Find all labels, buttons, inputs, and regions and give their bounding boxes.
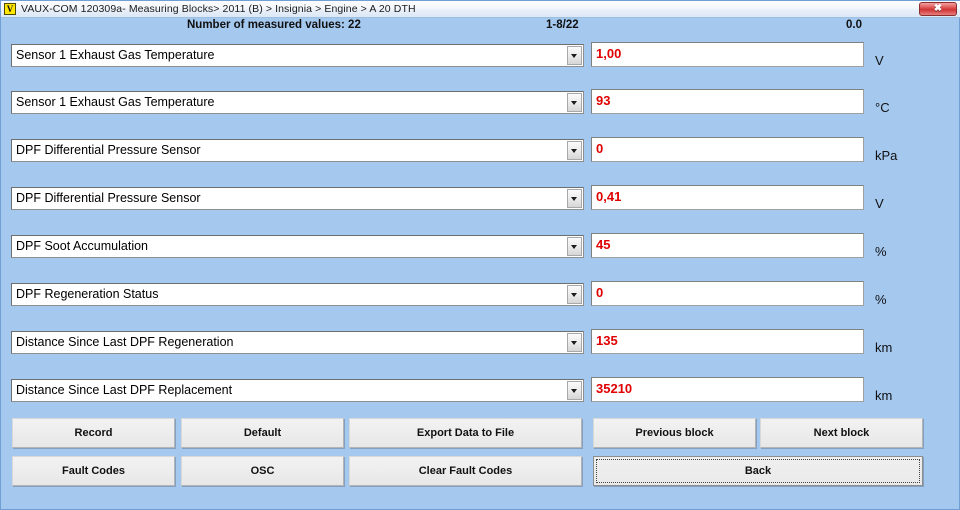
chevron-down-icon[interactable] xyxy=(567,333,582,352)
previous-block-button[interactable]: Previous block xyxy=(593,418,756,448)
value-field-7[interactable]: 135 xyxy=(591,329,864,354)
chevron-down-icon[interactable] xyxy=(567,46,582,65)
value-text: 135 xyxy=(596,333,618,348)
measurement-row: Distance Since Last DPF Regeneration 135… xyxy=(1,319,960,366)
value-field-2[interactable]: 93 xyxy=(591,89,864,114)
record-button[interactable]: Record xyxy=(12,418,175,448)
chevron-down-icon[interactable] xyxy=(567,381,582,400)
parameter-select-8[interactable]: Distance Since Last DPF Replacement xyxy=(11,379,584,402)
value-field-8[interactable]: 35210 xyxy=(591,377,864,402)
parameter-select-2[interactable]: Sensor 1 Exhaust Gas Temperature xyxy=(11,91,584,114)
osc-button[interactable]: OSC xyxy=(181,456,344,486)
measurement-row: DPF Differential Pressure Sensor 0 kPa xyxy=(1,127,960,174)
parameter-select-1[interactable]: Sensor 1 Exhaust Gas Temperature xyxy=(11,44,584,67)
chevron-down-icon[interactable] xyxy=(567,237,582,256)
unit-label-2: °C xyxy=(875,100,890,115)
measurement-row: Sensor 1 Exhaust Gas Temperature 93 °C xyxy=(1,79,960,126)
next-block-button[interactable]: Next block xyxy=(760,418,923,448)
parameter-label: Sensor 1 Exhaust Gas Temperature xyxy=(16,48,215,62)
value-text: 45 xyxy=(596,237,611,252)
window-title: VAUX-COM 120309a- Measuring Blocks> 2011… xyxy=(21,3,416,15)
default-button[interactable]: Default xyxy=(181,418,344,448)
chevron-down-icon[interactable] xyxy=(567,93,582,112)
value-field-3[interactable]: 0 xyxy=(591,137,864,162)
value-text: 0,41 xyxy=(596,189,622,204)
value-field-5[interactable]: 45 xyxy=(591,233,864,258)
unit-label-5: % xyxy=(875,244,887,259)
parameter-label: DPF Soot Accumulation xyxy=(16,239,149,253)
measurement-row: Distance Since Last DPF Replacement 3521… xyxy=(1,367,960,414)
application-window: V VAUX-COM 120309a- Measuring Blocks> 20… xyxy=(0,0,960,510)
parameter-label: Distance Since Last DPF Regeneration xyxy=(16,335,234,349)
value-text: 0 xyxy=(596,141,604,156)
parameter-select-7[interactable]: Distance Since Last DPF Regeneration xyxy=(11,331,584,354)
parameter-select-6[interactable]: DPF Regeneration Status xyxy=(11,283,584,306)
measurement-row: DPF Soot Accumulation 45 % xyxy=(1,223,960,270)
value-text: 1,00 xyxy=(596,46,622,61)
parameter-select-5[interactable]: DPF Soot Accumulation xyxy=(11,235,584,258)
close-button[interactable]: ✖ xyxy=(919,2,957,16)
close-icon: ✖ xyxy=(933,3,943,14)
back-button[interactable]: Back xyxy=(593,456,923,486)
parameter-label: DPF Differential Pressure Sensor xyxy=(16,143,201,157)
unit-label-1: V xyxy=(875,53,884,68)
unit-label-3: kPa xyxy=(875,148,898,163)
chevron-down-icon[interactable] xyxy=(567,141,582,160)
fault-codes-button[interactable]: Fault Codes xyxy=(12,456,175,486)
block-range-indicator: 1-8/22 xyxy=(546,19,579,31)
value-text: 93 xyxy=(596,93,611,108)
unit-label-8: km xyxy=(875,388,893,403)
parameter-label: Sensor 1 Exhaust Gas Temperature xyxy=(16,95,215,109)
app-icon: V xyxy=(4,3,16,15)
value-text: 35210 xyxy=(596,381,633,396)
value-field-1[interactable]: 1,00 xyxy=(591,42,864,67)
chevron-down-icon[interactable] xyxy=(567,285,582,304)
measurement-row: DPF Regeneration Status 0 % xyxy=(1,271,960,318)
title-bar: V VAUX-COM 120309a- Measuring Blocks> 20… xyxy=(1,1,960,18)
parameter-label: DPF Differential Pressure Sensor xyxy=(16,191,201,205)
back-button-label: Back xyxy=(744,465,772,477)
clear-fault-codes-button[interactable]: Clear Fault Codes xyxy=(349,456,582,486)
parameter-select-3[interactable]: DPF Differential Pressure Sensor xyxy=(11,139,584,162)
value-text: 0 xyxy=(596,285,604,300)
parameter-label: DPF Regeneration Status xyxy=(16,287,159,301)
parameter-label: Distance Since Last DPF Replacement xyxy=(16,383,233,397)
value-field-6[interactable]: 0 xyxy=(591,281,864,306)
unit-label-7: km xyxy=(875,340,893,355)
export-data-button[interactable]: Export Data to File xyxy=(349,418,582,448)
value-field-4[interactable]: 0,41 xyxy=(591,185,864,210)
measured-values-count: Number of measured values: 22 xyxy=(187,19,361,31)
chevron-down-icon[interactable] xyxy=(567,189,582,208)
status-header: Number of measured values: 22 1-8/22 0.0 xyxy=(1,18,960,32)
measurement-row: DPF Differential Pressure Sensor 0,41 V xyxy=(1,175,960,222)
measurement-row: Sensor 1 Exhaust Gas Temperature 1,00 V xyxy=(1,32,960,79)
unit-label-4: V xyxy=(875,196,884,211)
parameter-select-4[interactable]: DPF Differential Pressure Sensor xyxy=(11,187,584,210)
unit-label-6: % xyxy=(875,292,887,307)
header-value-readout: 0.0 xyxy=(846,19,862,31)
